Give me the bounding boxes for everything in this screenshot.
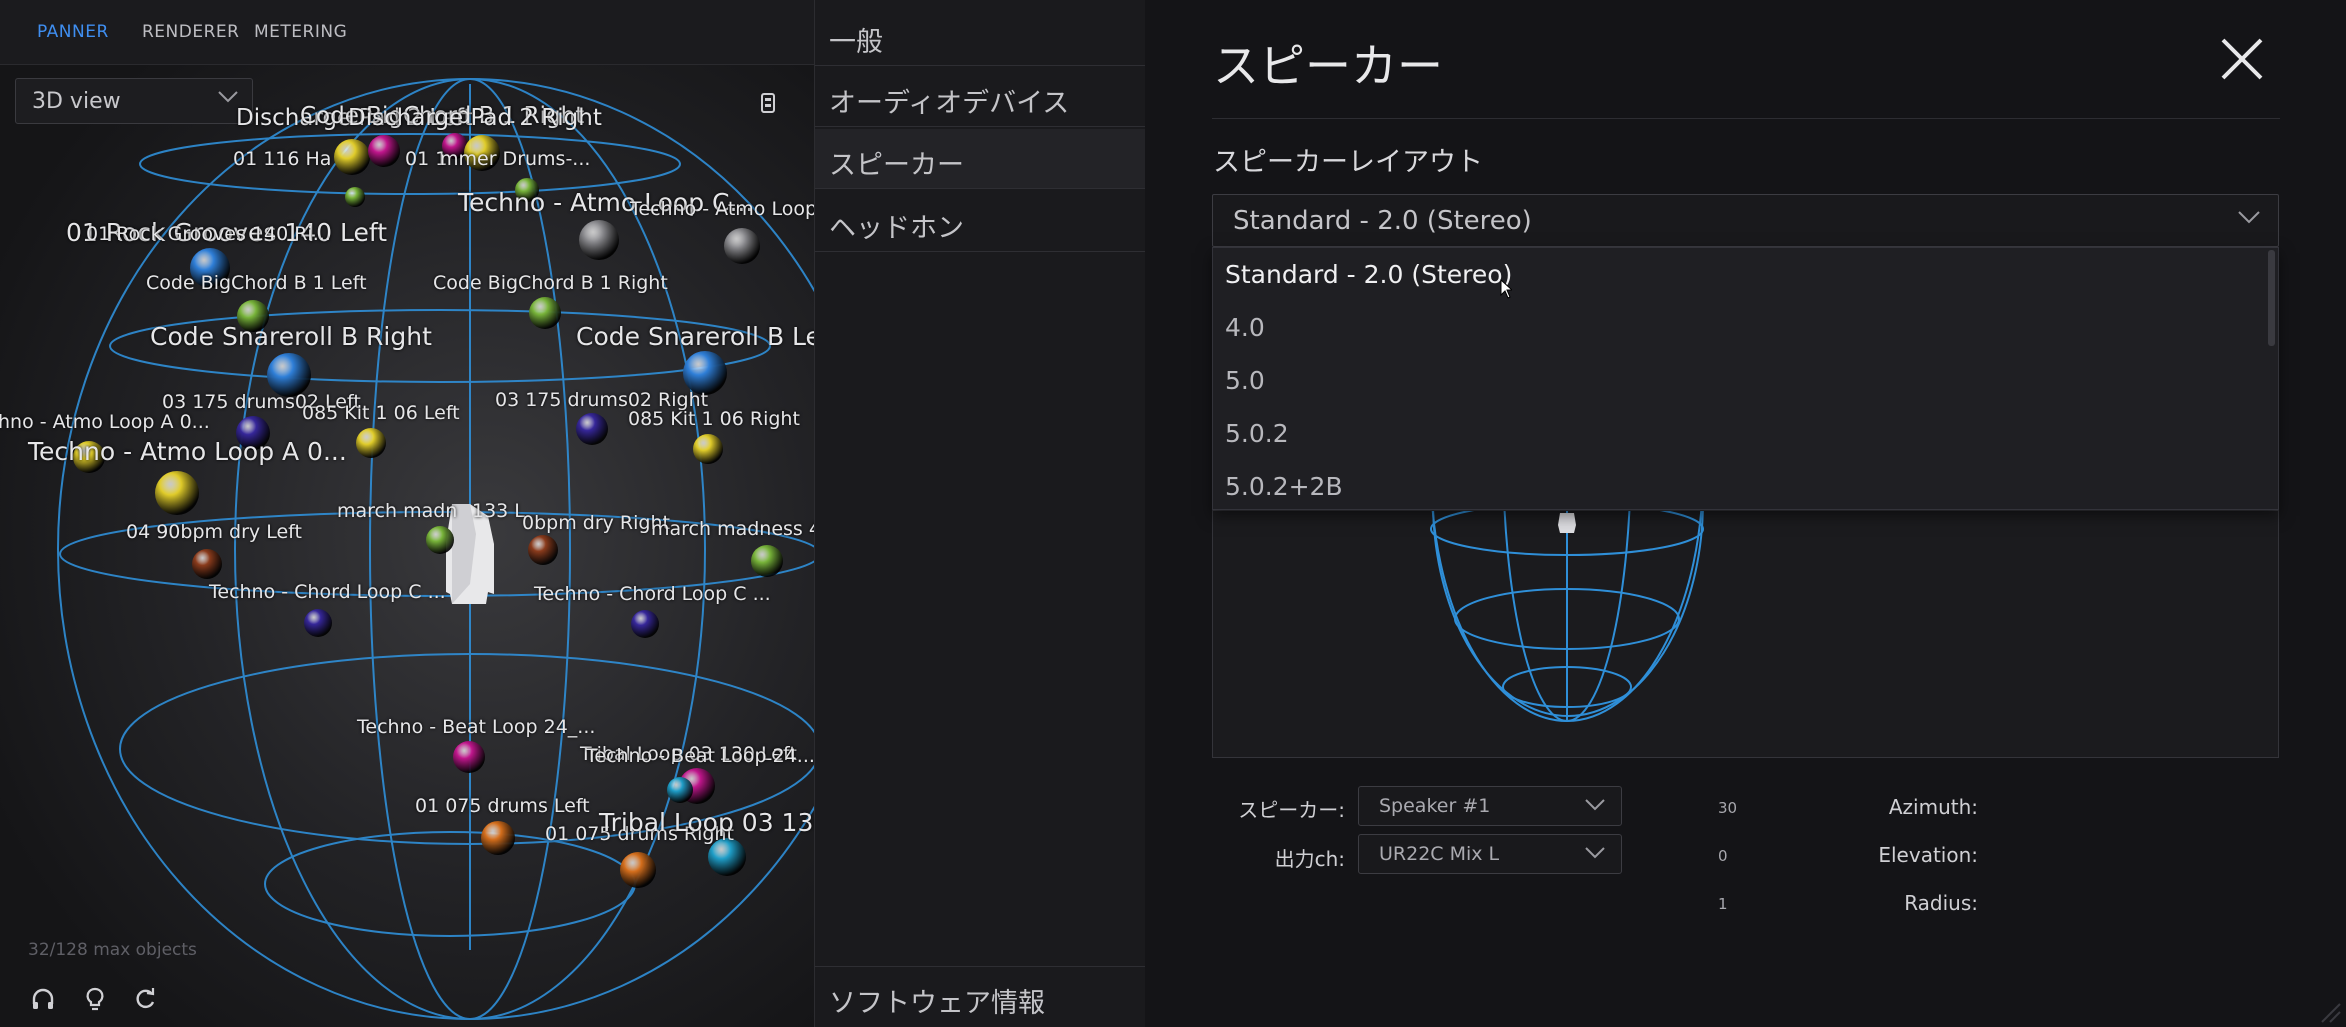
sound-object-label: Techno - Chord Loop C ...	[209, 581, 446, 603]
close-icon[interactable]	[2217, 34, 2267, 84]
sound-object-ball[interactable]	[751, 545, 783, 577]
listener-head-icon	[1558, 513, 1576, 533]
output-channel-label: 出力ch:	[1274, 847, 1345, 871]
nav-item-software-info[interactable]: ソフトウェア情報	[815, 966, 1145, 1026]
sound-object-ball[interactable]	[529, 297, 561, 329]
sound-object-ball[interactable]	[426, 526, 454, 554]
speaker-label: スピーカー:	[1238, 798, 1345, 822]
nav-item-label: ソフトウェア情報	[829, 988, 1045, 1019]
dropdown-scrollbar[interactable]	[2268, 250, 2275, 346]
sound-object-label: 04 90bpm dry Left	[126, 521, 302, 543]
nav-item-headphones[interactable]: ヘッドホン	[815, 192, 1145, 252]
sound-object-ball[interactable]	[368, 135, 400, 167]
settings-nav: 一般 オーディオデバイス スピーカー ヘッドホン ソフトウェア情報	[814, 0, 1146, 1027]
nav-item-audio-device[interactable]: オーディオデバイス	[815, 67, 1145, 127]
sound-object-label: 01 075 drums Left	[415, 795, 590, 817]
panner-tabs: PANNER RENDERER METERING	[0, 0, 814, 65]
chevron-down-icon	[1585, 847, 1605, 859]
layout-option[interactable]: Standard - 2.0 (Stereo)	[1213, 250, 2263, 302]
sound-object-ball[interactable]	[155, 471, 199, 515]
sound-object-label: march madn	[337, 500, 458, 522]
speaker-settings-panel: スピーカー スピーカーレイアウト Standard - 2.0 (Stereo)	[1145, 0, 2346, 1027]
speaker-preview-sphere	[1430, 511, 1704, 723]
speaker-preview[interactable]	[1212, 510, 2279, 758]
speaker-layout-value: Standard - 2.0 (Stereo)	[1233, 206, 1532, 236]
speaker-layout-dropdown: Standard - 2.0 (Stereo) 4.0 5.0 5.0.2 5.…	[1212, 247, 2279, 510]
sound-object-label: Techno - Beat Loop 24_...	[357, 716, 596, 738]
sound-object-ball[interactable]	[693, 434, 723, 464]
sound-object-ball[interactable]	[481, 821, 515, 855]
sound-object-label: 085 Kit 1 06 Left	[302, 402, 460, 424]
chevron-down-icon	[1585, 799, 1605, 811]
refresh-icon[interactable]	[132, 986, 158, 1012]
sound-object-label: 01 116 Ha	[233, 148, 332, 170]
sound-object-ball[interactable]	[667, 777, 693, 803]
nav-item-general[interactable]: 一般	[815, 6, 1145, 66]
elevation-label: Elevation:	[1878, 843, 1978, 867]
output-channel-value: UR22C Mix L	[1379, 843, 1500, 865]
layout-option[interactable]: 5.0	[1213, 356, 2263, 408]
nav-item-label: ヘッドホン	[829, 213, 964, 244]
page-title: スピーカー	[1213, 39, 1443, 93]
nav-item-label: オーディオデバイス	[829, 88, 1070, 119]
radius-label: Radius:	[1904, 891, 1978, 915]
tab-panner[interactable]: PANNER	[37, 22, 109, 42]
speaker-select[interactable]: Speaker #1	[1358, 786, 1622, 826]
sound-object-label: Tribal Loop 03 130 R	[599, 808, 814, 837]
sound-object-ball[interactable]	[453, 741, 485, 773]
sound-object-ball[interactable]	[334, 139, 370, 175]
sound-object-ball[interactable]	[528, 535, 558, 565]
sound-object-ball[interactable]	[356, 428, 386, 458]
sound-object-label: Code BigChord B 1 Left	[146, 272, 367, 294]
sound-object-label: Discharge Pad 2 Right	[348, 105, 602, 131]
sound-object-label: 01 Rock Grooves 140 Ri...	[86, 223, 331, 245]
sound-object-label: 0bpm dry Right	[522, 512, 670, 534]
sound-object-ball[interactable]	[192, 549, 222, 579]
nav-item-label: スピーカー	[829, 150, 964, 181]
panner-panel: PANNER RENDERER METERING 3D view Dischar…	[0, 0, 814, 1027]
layout-option[interactable]: 4.0	[1213, 303, 2263, 355]
sound-object-ball[interactable]	[631, 610, 659, 638]
nav-item-label: 一般	[829, 27, 883, 58]
speaker-layout-label: スピーカーレイアウト	[1213, 147, 1483, 178]
bulb-icon[interactable]	[82, 986, 108, 1012]
layout-option[interactable]: 5.0.2	[1213, 409, 2263, 461]
sound-object-label: Techno - Atmo Loop	[630, 198, 814, 220]
sound-object-label: Techno - Chord Loop C ...	[534, 583, 771, 605]
sound-object-label: Code BigChord B 1 Right	[433, 272, 668, 294]
object-count: 32/128 max objects	[28, 940, 197, 960]
divider	[1212, 118, 2280, 119]
headphones-icon[interactable]	[30, 986, 56, 1012]
sound-object-ball[interactable]	[576, 413, 608, 445]
app-window: PANNER RENDERER METERING 3D view Dischar…	[0, 0, 2346, 1027]
azimuth-label: Azimuth:	[1888, 795, 1978, 819]
sound-object-ball[interactable]	[579, 220, 619, 260]
tab-metering[interactable]: METERING	[254, 22, 347, 42]
nav-item-speaker[interactable]: スピーカー	[815, 129, 1145, 189]
sound-object-label: hno - Atmo Loop A 0...	[0, 411, 210, 433]
tab-renderer[interactable]: RENDERER	[142, 22, 239, 42]
sound-object-label: Techno - Beat Loop 24...	[586, 745, 814, 767]
output-channel-select[interactable]: UR22C Mix L	[1358, 834, 1622, 874]
chevron-down-icon	[2238, 211, 2260, 224]
sound-object-ball[interactable]	[304, 609, 332, 637]
sound-object-ball[interactable]	[345, 187, 365, 207]
sound-object-label: Code Snareroll B Right	[150, 322, 432, 351]
layout-option[interactable]: 5.0.2+2B	[1213, 462, 2263, 514]
sound-object-label: Techno - Atmo Loop A 0...	[28, 437, 347, 466]
sound-object-label: 085 Kit 1 06 Right	[628, 408, 800, 430]
sound-object-ball[interactable]	[620, 852, 656, 888]
azimuth-value[interactable]: 30	[1718, 799, 1737, 817]
sound-object-label: mmer Drums-...	[440, 148, 591, 170]
sound-object-ball[interactable]	[724, 228, 760, 264]
radius-value[interactable]: 1	[1718, 895, 1728, 913]
sound-object-label: march madness 4	[651, 518, 814, 540]
resize-grip-icon[interactable]	[2318, 1000, 2342, 1024]
speaker-layout-select[interactable]: Standard - 2.0 (Stereo)	[1212, 194, 2279, 247]
elevation-value[interactable]: 0	[1718, 847, 1728, 865]
speaker-select-value: Speaker #1	[1379, 795, 1491, 817]
sound-object-label: Code Snareroll B Le	[576, 322, 814, 351]
mouse-cursor-icon	[1500, 279, 1512, 299]
sound-object-label: 133 L	[472, 500, 525, 522]
